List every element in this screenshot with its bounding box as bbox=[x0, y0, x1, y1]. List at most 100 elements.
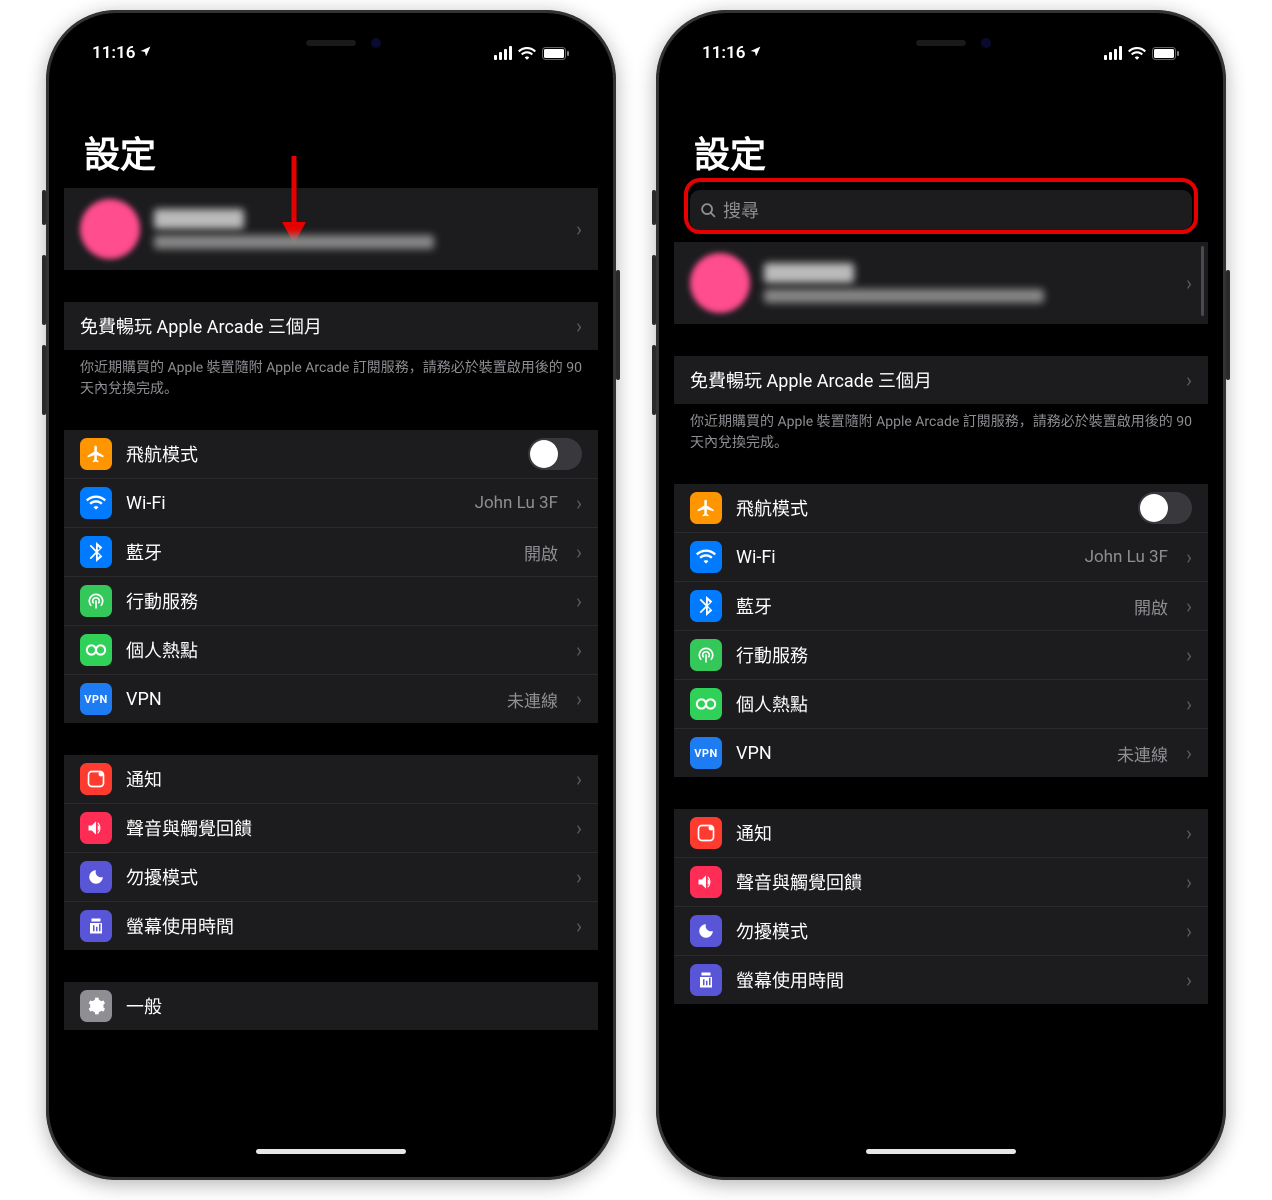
chevron-right-icon: › bbox=[1186, 643, 1192, 667]
wifi-status-icon bbox=[518, 46, 536, 60]
hotspot-icon bbox=[690, 688, 722, 720]
notifications-row[interactable]: 通知 › bbox=[674, 809, 1208, 857]
airplane-mode-row[interactable]: 飛航模式 bbox=[674, 484, 1208, 532]
wifi-label: Wi-Fi bbox=[126, 493, 461, 514]
wifi-row[interactable]: Wi-Fi John Lu 3F › bbox=[64, 478, 598, 527]
wifi-row[interactable]: Wi-Fi John Lu 3F › bbox=[674, 532, 1208, 581]
chevron-right-icon: › bbox=[576, 687, 582, 711]
notifications-row[interactable]: 通知 › bbox=[64, 755, 598, 803]
chevron-right-icon: › bbox=[576, 914, 582, 938]
sounds-label: 聲音與觸覺回饋 bbox=[126, 815, 558, 841]
screen-right: 11:16 設定 搜尋 bbox=[674, 28, 1208, 1162]
wifi-detail: John Lu 3F bbox=[1085, 547, 1168, 567]
general-label: 一般 bbox=[126, 993, 582, 1019]
notch bbox=[226, 28, 436, 58]
cellular-icon bbox=[690, 639, 722, 671]
cellular-row[interactable]: 行動服務 › bbox=[64, 576, 598, 625]
arcade-promo-note: 你近期購買的 Apple 裝置隨附 Apple Arcade 訂閱服務，請務必於… bbox=[64, 350, 598, 412]
apple-id-row[interactable]: › bbox=[64, 188, 598, 270]
chevron-right-icon: › bbox=[576, 217, 582, 241]
dnd-label: 勿擾模式 bbox=[736, 918, 1168, 944]
phone-frame-right: 11:16 設定 搜尋 bbox=[656, 10, 1226, 1180]
arcade-promo-label: 免費暢玩 Apple Arcade 三個月 bbox=[80, 313, 558, 339]
chevron-right-icon: › bbox=[576, 767, 582, 791]
bluetooth-row[interactable]: 藍牙 開啟 › bbox=[674, 581, 1208, 630]
dnd-row[interactable]: 勿擾模式 › bbox=[674, 906, 1208, 955]
chevron-right-icon: › bbox=[576, 638, 582, 662]
vpn-row[interactable]: VPN VPN 未連線 › bbox=[64, 674, 598, 723]
location-services-icon bbox=[139, 45, 152, 62]
general-row[interactable]: 一般 bbox=[64, 982, 598, 1030]
airplane-label: 飛航模式 bbox=[126, 441, 514, 467]
search-icon bbox=[700, 202, 717, 219]
vpn-label: VPN bbox=[736, 743, 1103, 764]
sounds-row[interactable]: 聲音與觸覺回饋 › bbox=[64, 803, 598, 852]
chevron-right-icon: › bbox=[1186, 919, 1192, 943]
chevron-right-icon: › bbox=[1186, 368, 1192, 392]
chevron-right-icon: › bbox=[576, 816, 582, 840]
sounds-row[interactable]: 聲音與觸覺回饋 › bbox=[674, 857, 1208, 906]
home-indicator[interactable] bbox=[866, 1149, 1016, 1154]
vpn-detail: 未連線 bbox=[1117, 741, 1168, 766]
arcade-promo-row[interactable]: 免費暢玩 Apple Arcade 三個月 › bbox=[64, 302, 598, 350]
cellular-label: 行動服務 bbox=[736, 642, 1168, 668]
status-time: 11:16 bbox=[702, 43, 745, 63]
airplane-icon bbox=[690, 492, 722, 524]
profile-text-redacted bbox=[764, 263, 1168, 303]
vpn-icon: VPN bbox=[80, 683, 112, 715]
bluetooth-detail: 開啟 bbox=[1134, 594, 1168, 619]
chevron-right-icon: › bbox=[576, 540, 582, 564]
airplane-icon bbox=[80, 438, 112, 470]
airplane-toggle[interactable] bbox=[528, 438, 582, 470]
screentime-row[interactable]: 螢幕使用時間 › bbox=[64, 901, 598, 950]
arcade-promo-label: 免費暢玩 Apple Arcade 三個月 bbox=[690, 367, 1168, 393]
screentime-label: 螢幕使用時間 bbox=[126, 913, 558, 939]
notifications-label: 通知 bbox=[736, 820, 1168, 846]
hotspot-row[interactable]: 個人熱點 › bbox=[674, 679, 1208, 728]
chevron-right-icon: › bbox=[576, 314, 582, 338]
dnd-icon bbox=[690, 915, 722, 947]
hotspot-row[interactable]: 個人熱點 › bbox=[64, 625, 598, 674]
battery-icon bbox=[1152, 47, 1180, 60]
home-indicator[interactable] bbox=[256, 1149, 406, 1154]
dnd-icon bbox=[80, 861, 112, 893]
apple-id-row[interactable]: › bbox=[674, 242, 1208, 324]
vpn-detail: 未連線 bbox=[507, 687, 558, 712]
general-icon bbox=[80, 990, 112, 1022]
dnd-row[interactable]: 勿擾模式 › bbox=[64, 852, 598, 901]
arcade-promo-row[interactable]: 免費暢玩 Apple Arcade 三個月 › bbox=[674, 356, 1208, 404]
page-title: 設定 bbox=[64, 72, 598, 188]
notifications-label: 通知 bbox=[126, 766, 558, 792]
sounds-icon bbox=[80, 812, 112, 844]
profile-text-redacted bbox=[154, 209, 558, 249]
notifications-icon bbox=[690, 817, 722, 849]
chevron-right-icon: › bbox=[1186, 741, 1192, 765]
avatar bbox=[690, 253, 750, 313]
wifi-icon bbox=[80, 487, 112, 519]
wifi-status-icon bbox=[1128, 46, 1146, 60]
chevron-right-icon: › bbox=[1186, 594, 1192, 618]
bluetooth-label: 藍牙 bbox=[126, 539, 510, 565]
bluetooth-detail: 開啟 bbox=[524, 540, 558, 565]
airplane-mode-row[interactable]: 飛航模式 bbox=[64, 430, 598, 478]
page-title: 設定 bbox=[674, 72, 1208, 186]
vpn-row[interactable]: VPN VPN 未連線 › bbox=[674, 728, 1208, 777]
search-input[interactable]: 搜尋 bbox=[690, 190, 1192, 230]
screentime-icon bbox=[690, 964, 722, 996]
screentime-icon bbox=[80, 910, 112, 942]
chevron-right-icon: › bbox=[1186, 821, 1192, 845]
chevron-right-icon: › bbox=[1186, 968, 1192, 992]
bluetooth-row[interactable]: 藍牙 開啟 › bbox=[64, 527, 598, 576]
cellular-label: 行動服務 bbox=[126, 588, 558, 614]
cellular-signal-icon bbox=[494, 46, 512, 60]
airplane-toggle[interactable] bbox=[1138, 492, 1192, 524]
location-services-icon bbox=[749, 45, 762, 62]
cellular-row[interactable]: 行動服務 › bbox=[674, 630, 1208, 679]
screentime-row[interactable]: 螢幕使用時間 › bbox=[674, 955, 1208, 1004]
airplane-label: 飛航模式 bbox=[736, 495, 1124, 521]
screen-left: 11:16 設定 bbox=[64, 28, 598, 1162]
chevron-right-icon: › bbox=[1186, 870, 1192, 894]
vpn-icon: VPN bbox=[690, 737, 722, 769]
bluetooth-label: 藍牙 bbox=[736, 593, 1120, 619]
chevron-right-icon: › bbox=[1186, 692, 1192, 716]
